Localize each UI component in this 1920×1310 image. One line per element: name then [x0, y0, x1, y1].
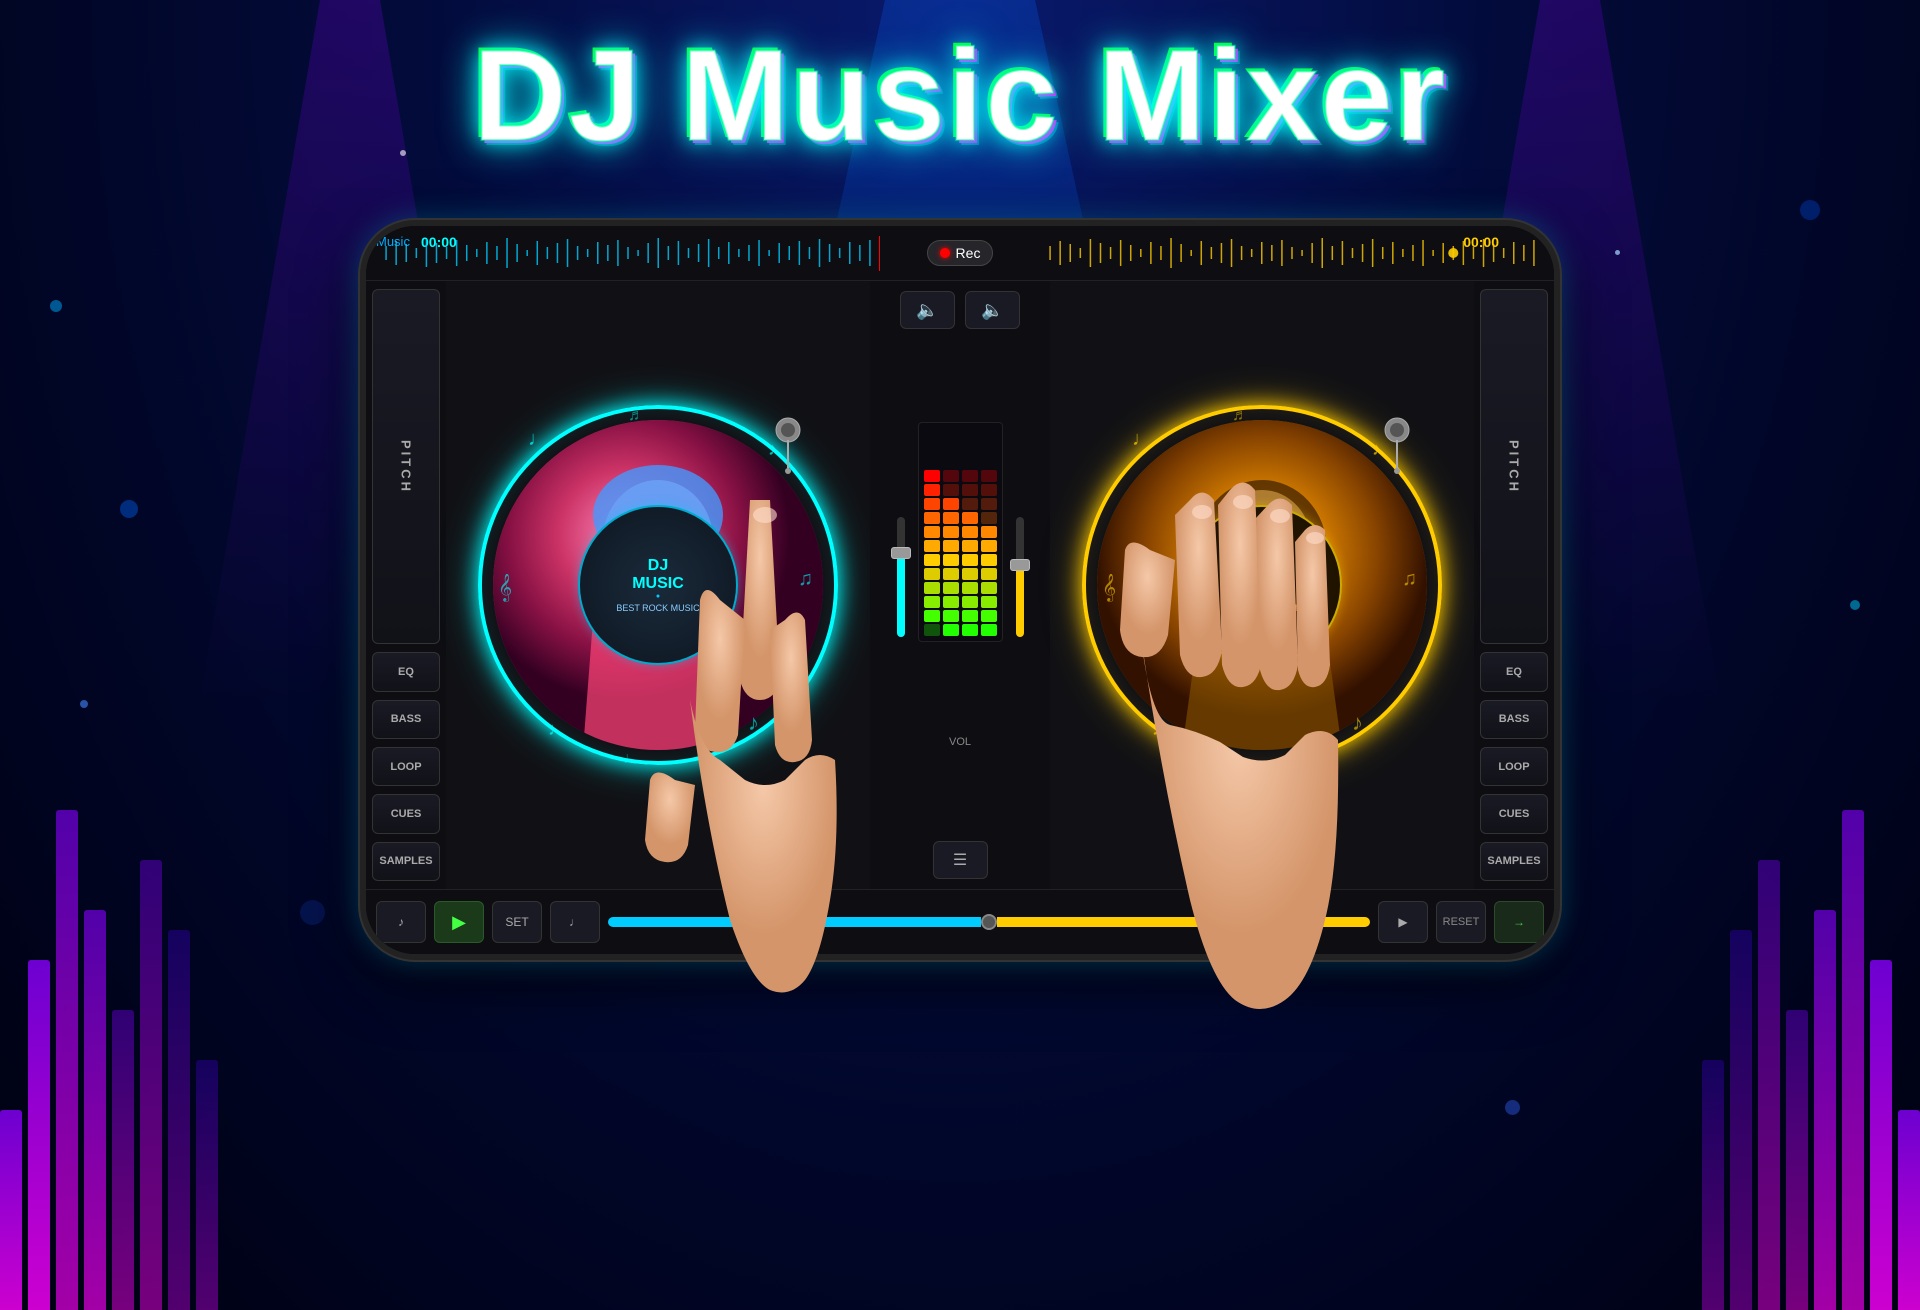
bokeh-10 — [1615, 250, 1620, 255]
eq-col-1 — [924, 470, 940, 636]
waveform-left — [376, 236, 880, 271]
deck-left: ♩ ♪ 𝄞 ♫ ♩ ♪ ♬ ♩ — [446, 281, 870, 889]
dj-screen: Music 00:00 — [366, 226, 1554, 954]
vol-btn-right[interactable]: 🔈 — [965, 291, 1020, 329]
play-right-btn[interactable]: ▶ — [1378, 901, 1428, 943]
decorative-eq-right — [1702, 610, 1920, 1310]
label-title-right: DJ — [1252, 557, 1272, 575]
left-panel: PITCH EQ BASS LOOP CUES SAMPLES — [366, 281, 446, 889]
progress-bar-right[interactable] — [997, 917, 1370, 927]
pitch-btn-left[interactable]: PITCH — [372, 289, 440, 644]
phone-frame: Music 00:00 — [360, 220, 1560, 960]
label-title-left: DJ — [648, 557, 668, 575]
vol-slider-right[interactable] — [1016, 517, 1024, 637]
bokeh-6 — [300, 900, 325, 925]
main-title: DJ Music Mixer — [0, 30, 1920, 160]
decorative-eq-left — [0, 610, 218, 1310]
set-btn[interactable]: SET — [492, 901, 542, 943]
rec-button[interactable]: Rec — [927, 240, 994, 266]
time-right: 00:00 — [1463, 234, 1499, 250]
progress-bar-divider — [981, 914, 997, 930]
progress-bars-row — [608, 914, 1370, 930]
bokeh-2 — [120, 500, 138, 518]
menu-button[interactable]: ☰ — [933, 841, 988, 879]
eq-btn-left[interactable]: EQ — [372, 652, 440, 691]
rec-dot — [940, 248, 950, 258]
bokeh-1 — [50, 300, 62, 312]
label-subtitle-left: BEST ROCK MUSIC — [616, 603, 699, 613]
bokeh-7 — [1505, 1100, 1520, 1115]
arrow-btn[interactable]: → — [1494, 901, 1544, 943]
eq-col-4 — [981, 470, 997, 636]
deck-area: PITCH EQ BASS LOOP CUES SAMPLES ♩ — [366, 281, 1554, 889]
label-subtitle-right: BEST ROCK MUSIC — [1220, 603, 1303, 613]
turntable-label-left: DJ MUSIC ● BEST ROCK MUSIC — [578, 505, 738, 665]
eq-col-2 — [943, 470, 959, 636]
cues-btn-left[interactable]: CUES — [372, 794, 440, 833]
bass-btn-left[interactable]: BASS — [372, 700, 440, 739]
pitch-btn-right[interactable]: PITCH — [1480, 289, 1548, 644]
samples-btn-right[interactable]: SAMPLES — [1480, 842, 1548, 881]
reset-btn[interactable]: RESET — [1436, 901, 1486, 943]
eq-display — [918, 422, 1003, 642]
eq-btn-right[interactable]: EQ — [1480, 652, 1548, 691]
volume-sliders — [892, 422, 1029, 642]
samples-btn-left[interactable]: SAMPLES — [372, 842, 440, 881]
volume-buttons: 🔈 🔈 — [900, 291, 1020, 329]
bokeh-5 — [1850, 600, 1860, 610]
cues-btn-right[interactable]: CUES — [1480, 794, 1548, 833]
label-title-right2: MUSIC — [1236, 575, 1288, 593]
play-icon: ▶ — [452, 912, 466, 933]
progress-bar-left[interactable] — [608, 917, 981, 927]
vol-btn-left[interactable]: 🔈 — [900, 291, 955, 329]
turntable-left[interactable]: ♩ ♪ 𝄞 ♫ ♩ ♪ ♬ ♩ — [478, 405, 838, 765]
bokeh-4 — [1800, 200, 1820, 220]
turntable-label-right: DJ MUSIC ● BEST ROCK MUSIC — [1182, 505, 1342, 665]
loop-btn-left[interactable]: LOOP — [372, 747, 440, 786]
deck-right: ♩ ♪ 𝄞 ♫ ♩ ♪ ♬ ♩ — [1050, 281, 1474, 889]
vol-label: VOL — [949, 736, 971, 748]
waveform-center: Rec — [880, 240, 1040, 266]
turntable-right[interactable]: ♩ ♪ 𝄞 ♫ ♩ ♪ ♬ ♩ — [1082, 405, 1442, 765]
waveform-bar: Music 00:00 — [366, 226, 1554, 281]
music-note-btn[interactable]: ♩ — [550, 901, 600, 943]
play-button[interactable]: ▶ — [434, 901, 484, 943]
loop-btn-right[interactable]: LOOP — [1480, 747, 1548, 786]
title-container: DJ Music Mixer — [0, 30, 1920, 160]
device-container: Music 00:00 — [360, 220, 1560, 960]
label-title-left2: MUSIC — [632, 575, 684, 593]
bass-btn-right[interactable]: BASS — [1480, 700, 1548, 739]
center-mixer: 🔈 🔈 — [870, 281, 1050, 889]
eq-col-3 — [962, 470, 978, 636]
music-icon: ♪ — [398, 915, 404, 929]
vol-slider-left[interactable] — [897, 517, 905, 637]
bottom-controls: ♪ ▶ SET ♩ ▶ RESET → — [366, 889, 1554, 954]
music-btn[interactable]: ♪ — [376, 901, 426, 943]
rec-label: Rec — [956, 245, 981, 261]
right-panel: PITCH EQ BASS LOOP CUES SAMPLES — [1474, 281, 1554, 889]
